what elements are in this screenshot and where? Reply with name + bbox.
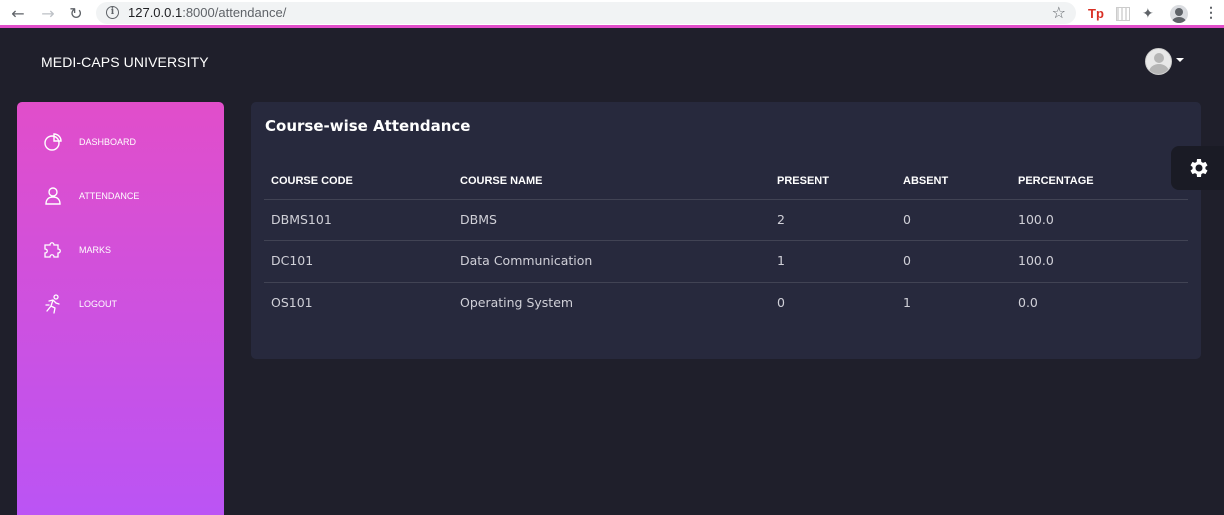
absent-cell: 0 bbox=[903, 212, 911, 227]
sidebar-item-label: LOGOUT bbox=[79, 299, 118, 309]
sidebar-item-marks[interactable]: MARKS bbox=[17, 236, 224, 266]
back-arrow-icon[interactable]: ← bbox=[8, 4, 28, 24]
browser-menu-icon[interactable]: ⋮ bbox=[1204, 4, 1218, 21]
info-icon[interactable]: i bbox=[106, 6, 119, 19]
extension-tp-icon[interactable]: Tp bbox=[1088, 6, 1104, 21]
table-row: DC101 Data Communication 1 0 100.0 bbox=[264, 240, 1188, 281]
column-header: ABSENT bbox=[903, 175, 949, 187]
puzzle-icon bbox=[44, 242, 61, 258]
table-row: DBMS101 DBMS 2 0 100.0 bbox=[264, 199, 1188, 240]
percentage-cell: 100.0 bbox=[1018, 212, 1054, 227]
course-code-cell: DBMS101 bbox=[271, 212, 332, 227]
column-header: COURSE NAME bbox=[460, 175, 543, 187]
percentage-cell: 100.0 bbox=[1018, 253, 1054, 268]
forward-arrow-icon[interactable]: → bbox=[38, 4, 58, 24]
extension-grid-icon[interactable] bbox=[1116, 7, 1130, 21]
absent-cell: 0 bbox=[903, 253, 911, 268]
sidebar-item-attendance[interactable]: ATTENDANCE bbox=[17, 182, 224, 212]
card-title: Course-wise Attendance bbox=[265, 117, 471, 135]
settings-button[interactable] bbox=[1171, 146, 1224, 190]
extensions-puzzle-icon[interactable]: ✦ bbox=[1142, 5, 1154, 22]
column-header: PERCENTAGE bbox=[1018, 175, 1094, 187]
present-cell: 1 bbox=[777, 253, 785, 268]
sidebar-item-dashboard[interactable]: DASHBOARD bbox=[17, 128, 224, 158]
course-name-cell: Data Communication bbox=[460, 253, 593, 268]
course-name-cell: DBMS bbox=[460, 212, 497, 227]
sidebar-item-label: MARKS bbox=[79, 245, 112, 255]
chevron-down-icon[interactable] bbox=[1176, 58, 1184, 62]
bookmark-star-icon[interactable]: ☆ bbox=[1052, 3, 1066, 22]
course-code-cell: DC101 bbox=[271, 253, 314, 268]
runner-icon bbox=[45, 294, 60, 314]
sidebar-item-label: ATTENDANCE bbox=[79, 191, 140, 201]
browser-toolbar: ← → ↻ i 127.0.0.1:8000/attendance/ ☆ Tp … bbox=[0, 0, 1224, 28]
course-name-cell: Operating System bbox=[460, 295, 574, 310]
gear-icon bbox=[1190, 159, 1208, 177]
column-header: COURSE CODE bbox=[271, 175, 353, 187]
absent-cell: 1 bbox=[903, 295, 911, 310]
column-header: PRESENT bbox=[777, 175, 829, 187]
present-cell: 0 bbox=[777, 295, 785, 310]
user-icon bbox=[45, 187, 61, 205]
brand-title[interactable]: MEDI-CAPS UNIVERSITY bbox=[41, 54, 209, 70]
url-text[interactable]: 127.0.0.1:8000/attendance/ bbox=[128, 5, 286, 20]
sidebar: DASHBOARD ATTENDANCE MARKS LOGOUT bbox=[17, 102, 224, 515]
pie-chart-icon bbox=[44, 133, 62, 151]
browser-profile-icon[interactable] bbox=[1170, 5, 1188, 23]
percentage-cell: 0.0 bbox=[1018, 295, 1038, 310]
sidebar-item-logout[interactable]: LOGOUT bbox=[17, 290, 224, 320]
present-cell: 2 bbox=[777, 212, 785, 227]
course-code-cell: OS101 bbox=[271, 295, 313, 310]
attendance-card: Course-wise Attendance COURSE CODE COURS… bbox=[251, 102, 1201, 359]
reload-icon[interactable]: ↻ bbox=[66, 4, 86, 24]
address-bar[interactable]: i 127.0.0.1:8000/attendance/ ☆ bbox=[96, 2, 1076, 24]
sidebar-item-label: DASHBOARD bbox=[79, 137, 137, 147]
table-row: OS101 Operating System 0 1 0.0 bbox=[264, 282, 1188, 323]
user-avatar[interactable] bbox=[1145, 48, 1172, 75]
